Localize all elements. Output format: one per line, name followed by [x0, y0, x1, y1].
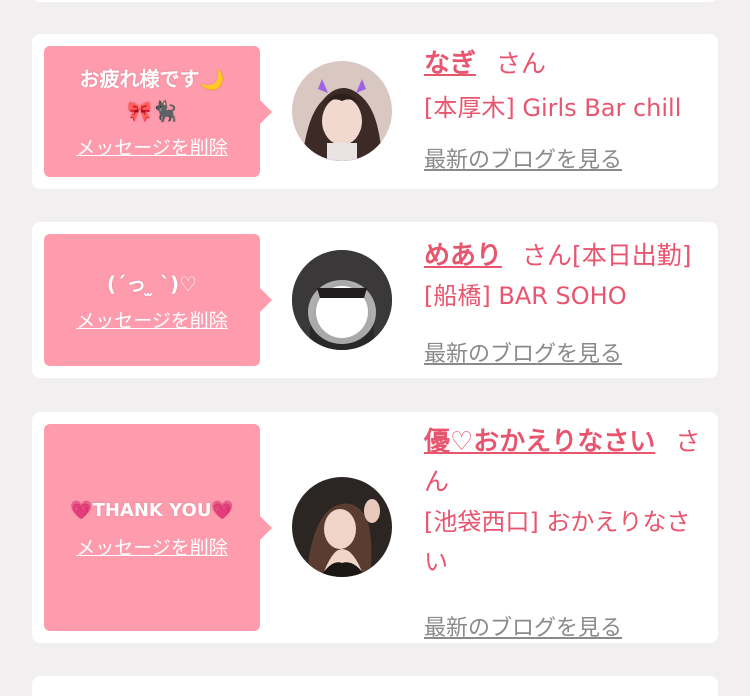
message-bubble: (ˊっ ̫ ˋ)♡ メッセージを削除	[44, 234, 272, 366]
message-text: 💗THANK YOU💗	[70, 500, 234, 521]
cast-info: 優♡おかえりなさい さん [池袋西口] おかえりなさい 最新のブログを見る	[424, 422, 704, 641]
cast-info: めあり さん[本日出勤] [船橋] BAR SOHO 最新のブログを見る	[424, 236, 704, 367]
delete-message-link[interactable]: メッセージを削除	[76, 533, 228, 560]
name-line: なぎ さん	[424, 44, 704, 84]
message-card: 💗THANK YOU💗 メッセージを削除 優♡おかえりなさい さん [池袋西口] …	[32, 412, 718, 643]
cast-name-link[interactable]: めあり	[424, 241, 502, 271]
message-bubble: 💗THANK YOU💗 メッセージを削除	[44, 424, 272, 631]
message-text-emoji: 🎀🐈‍⬛	[127, 99, 177, 123]
latest-blog-link[interactable]: 最新のブログを見る	[424, 610, 622, 642]
shop-name: [池袋西口] おかえりなさい	[424, 508, 691, 576]
shop-name: [船橋] BAR SOHO	[424, 282, 627, 310]
cast-name-link[interactable]: なぎ	[424, 49, 476, 79]
honorific: さん[本日出勤]	[522, 241, 692, 270]
latest-blog-link[interactable]: 最新のブログを見る	[424, 336, 622, 368]
name-line: めあり さん[本日出勤]	[424, 236, 704, 276]
message-bubble: お疲れ様です🌙 🎀🐈‍⬛ メッセージを削除	[44, 46, 272, 177]
honorific: さん	[496, 49, 547, 78]
message-text: (ˊっ ̫ ˋ)♡	[106, 271, 198, 296]
avatar[interactable]	[292, 250, 392, 350]
previous-card-edge	[32, 0, 718, 2]
name-line: 優♡おかえりなさい さん	[424, 422, 704, 502]
avatar[interactable]	[292, 61, 392, 161]
message-card: (ˊっ ̫ ˋ)♡ メッセージを削除 めあり さん[本日出勤] [船橋] BAR …	[32, 222, 718, 378]
delete-message-link[interactable]: メッセージを削除	[76, 133, 228, 160]
latest-blog-link[interactable]: 最新のブログを見る	[424, 142, 622, 174]
message-text: お疲れ様です🌙	[79, 67, 225, 91]
message-card: お疲れ様です🌙 🎀🐈‍⬛ メッセージを削除 なぎ さん [本厚木] Girls B…	[32, 34, 718, 189]
shop-name: [本厚木] Girls Bar chill	[424, 94, 682, 122]
next-card-edge	[32, 676, 718, 696]
cast-info: なぎ さん [本厚木] Girls Bar chill 最新のブログを見る	[424, 44, 704, 173]
delete-message-link[interactable]: メッセージを削除	[76, 306, 228, 333]
cast-name-link[interactable]: 優♡おかえりなさい	[424, 427, 655, 457]
avatar[interactable]	[292, 477, 392, 577]
